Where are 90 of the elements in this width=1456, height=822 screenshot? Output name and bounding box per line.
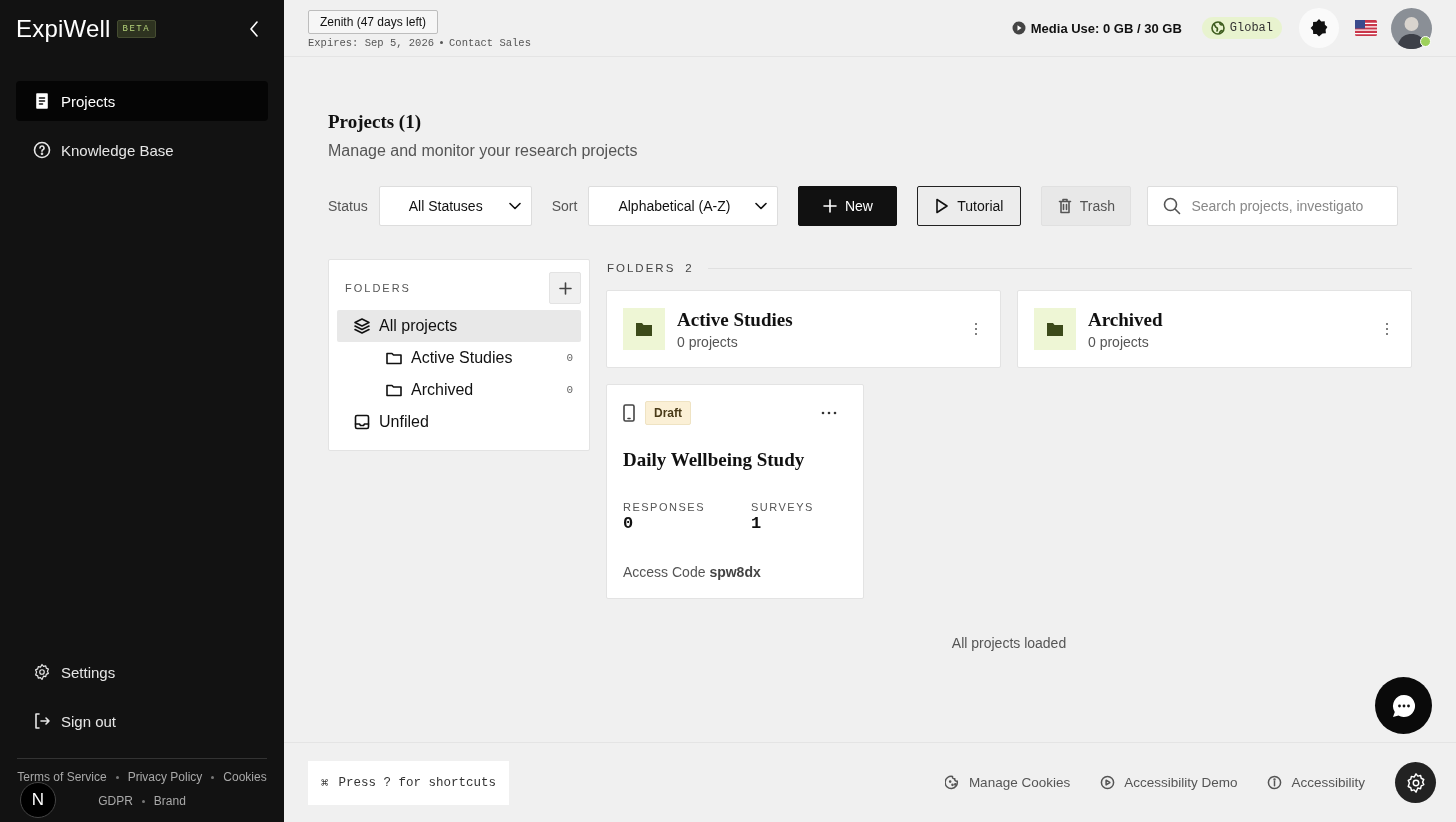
section-title: FOLDERS [607, 262, 676, 274]
command-key: ⌘ [321, 774, 329, 791]
plus-icon [822, 199, 837, 213]
folder-icon [635, 321, 653, 337]
page-subtitle: Manage and monitor your research projects [328, 142, 639, 160]
search-field[interactable]: Search projects, investigato [1147, 186, 1399, 226]
folder-meta: 0 projects [1088, 333, 1150, 350]
info-icon [1267, 775, 1283, 790]
folder-name: Archived [1088, 308, 1163, 331]
document-icon [33, 92, 51, 110]
cookie-icon [944, 775, 960, 790]
region-badge[interactable]: Global [1201, 17, 1282, 39]
footer-link[interactable]: Cookies [223, 770, 267, 784]
stat-value: 0 [623, 514, 635, 533]
footer-link[interactable]: Manage Cookies [944, 775, 1071, 790]
folder-icon [1046, 321, 1064, 337]
page-title: Projects (1) [328, 111, 422, 133]
sidebar-item[interactable]: Knowledge Base [16, 130, 268, 170]
stat-label: SURVEYS [751, 501, 815, 513]
trash-button[interactable]: Trash [1041, 186, 1132, 226]
section-count: 2 [685, 262, 694, 274]
user-avatar[interactable] [1391, 7, 1432, 49]
help-icon [33, 141, 51, 159]
new-button[interactable]: New [798, 186, 898, 226]
access-code: Access Code spw8dx [623, 564, 762, 580]
footer-link[interactable]: Privacy Policy [127, 770, 203, 784]
stat-value: 1 [751, 514, 763, 533]
beta-badge: BETA [116, 20, 157, 38]
plus-icon [558, 281, 572, 295]
folder-tree-item[interactable]: Archived 0 [337, 374, 581, 406]
chevron-down-icon [508, 202, 521, 210]
kebab-icon [974, 322, 978, 336]
footer-link[interactable]: GDPR [98, 794, 133, 808]
status-badge: Draft [645, 401, 691, 425]
sign-out-icon [33, 712, 51, 730]
folder-count: 0 [566, 384, 573, 396]
chevron-down-icon [755, 202, 768, 210]
status-dot [1420, 35, 1431, 47]
folder-tree-item[interactable]: All projects [337, 310, 581, 342]
kebab-icon [1385, 322, 1389, 336]
stat-label: RESPONSES [623, 501, 706, 513]
phone-icon [623, 404, 635, 422]
theme-toggle[interactable] [1299, 8, 1339, 48]
tutorial-button[interactable]: Tutorial [917, 186, 1022, 226]
shortcut-text: Press ? for shortcuts [338, 775, 497, 790]
chat-icon [1390, 692, 1417, 719]
collapse-button[interactable] [248, 20, 260, 38]
media-usage: Media Use: 0 GB / 30 GB [1030, 20, 1182, 36]
folder-name: Active Studies [677, 308, 793, 331]
person-icon [1391, 7, 1432, 49]
filter-dropdown[interactable]: All Statuses [378, 186, 532, 226]
play-icon [935, 198, 950, 214]
folder-count: 0 [566, 352, 573, 364]
sidebar-item[interactable]: Sign out [16, 701, 268, 741]
expiry-text: Expires: Sep 5, 2026 [308, 36, 435, 49]
footer-link[interactable]: Brand [153, 794, 186, 808]
load-status: All projects loaded [951, 635, 1067, 651]
dev-badge[interactable]: N [20, 782, 56, 818]
footer-link[interactable]: Terms of Service [17, 770, 107, 784]
settings-icon [33, 663, 51, 681]
flag-icon [1355, 20, 1377, 36]
ellipsis-icon [821, 411, 837, 415]
play-icon [1011, 21, 1026, 35]
logo: ExpiWell [16, 15, 111, 43]
settings-icon [1404, 771, 1427, 794]
footer-link[interactable]: Accessibility [1267, 775, 1365, 790]
inbox-icon [353, 413, 371, 431]
panel-title: FOLDERS [345, 282, 411, 294]
folder-tree-item[interactable]: Active Studies 0 [337, 342, 581, 374]
plan-button[interactable]: Zenith (47 days left) [308, 9, 439, 34]
play-icon [1100, 775, 1116, 790]
search-icon [1163, 197, 1182, 215]
trash-icon [1057, 198, 1072, 214]
chat-button[interactable] [1375, 677, 1432, 734]
layers-icon [353, 317, 371, 335]
filter-label: Sort [551, 198, 578, 214]
folder-tree-item[interactable]: Unfiled [337, 406, 581, 438]
contact-link[interactable]: Contact Sales [449, 36, 531, 49]
footer-link[interactable]: Accessibility Demo [1100, 775, 1238, 790]
language-button[interactable] [1355, 20, 1377, 36]
project-name[interactable]: Daily Wellbeing Study [623, 449, 847, 471]
globe-icon [1210, 21, 1225, 35]
sidebar-item[interactable]: Projects [16, 81, 268, 121]
sidebar-item[interactable]: Settings [16, 652, 268, 692]
settings-button[interactable] [1395, 762, 1436, 803]
chevron-left-icon [248, 20, 260, 38]
add-folder-button[interactable] [549, 272, 581, 304]
filter-dropdown[interactable]: Alphabetical (A-Z) [588, 186, 779, 226]
filter-label: Status [328, 198, 368, 214]
folder-meta: 0 projects [677, 333, 739, 350]
